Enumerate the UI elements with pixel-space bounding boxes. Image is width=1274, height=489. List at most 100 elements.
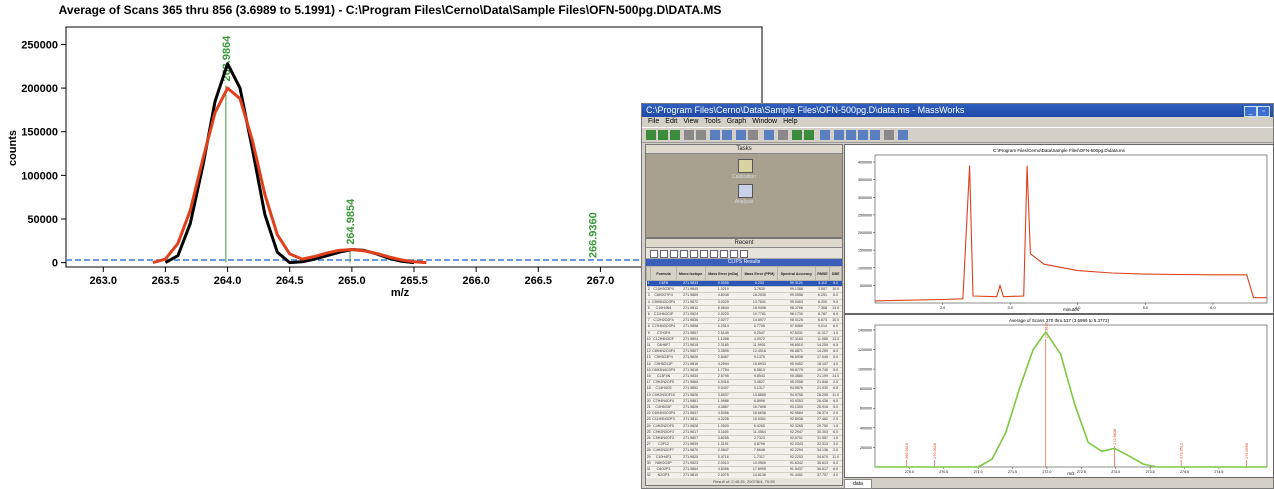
save-icon[interactable] [658, 130, 668, 140]
calibration-icon[interactable] [738, 159, 753, 173]
column-spectral-accuracy[interactable]: Spectral Accuracy [777, 266, 816, 281]
y-tick-label: 200000 [860, 446, 872, 450]
forward-icon[interactable] [804, 130, 814, 140]
table-row[interactable]: 34NO3F13271.98301.97277.289590.074042.09… [647, 485, 842, 486]
cursor-icon[interactable] [858, 130, 868, 140]
cell-rmse: 11.317 [815, 330, 830, 337]
x-tick-label: 274.5 [1214, 470, 1223, 474]
x-tick-label: 274.0 [1180, 470, 1189, 474]
sort-icon[interactable] [710, 250, 718, 258]
cell-formula: C12H4N3OF [650, 336, 677, 344]
print-icon[interactable] [740, 250, 748, 258]
menu-help[interactable]: Help [783, 117, 797, 127]
y-tick-label: 3500000 [858, 178, 872, 182]
x-tick-label: 273.0 [1111, 470, 1120, 474]
zoom-out-icon[interactable] [748, 130, 758, 140]
window-title: C:\Program Files\Cerno\Data\Sample Files… [646, 105, 965, 115]
prev-icon[interactable] [660, 250, 668, 258]
first-icon[interactable] [650, 250, 658, 258]
crosshair-icon[interactable] [870, 130, 880, 140]
cell-formula: C4H2N3OF7 [650, 447, 677, 455]
cell-formula: C6H4N3O3P4 [650, 410, 677, 418]
row-index: 20 [646, 398, 651, 406]
cell-formula: C9H2N3OF10 [650, 392, 677, 399]
y-tick-label: 3000000 [858, 196, 872, 200]
undo-icon[interactable] [764, 130, 774, 140]
filter-icon[interactable] [700, 250, 708, 258]
column-mono-isotope[interactable]: Mono Isotope [675, 266, 706, 281]
magnify-icon[interactable] [834, 130, 844, 140]
copy-icon[interactable] [710, 130, 720, 140]
maximize-button[interactable]: ▫ [1257, 106, 1270, 117]
cell-rmse: 31.557 [815, 435, 830, 443]
y-tick-label: 2000000 [858, 231, 872, 235]
results-table: Formula Mono Isotope Mass Error (mDa) Mass … [646, 266, 842, 486]
calc-icon[interactable] [884, 130, 894, 140]
y-tick-label: 50000 [27, 214, 58, 226]
row-index: 22 [646, 410, 651, 418]
cell-rmse: 19.745 [815, 367, 830, 375]
row-index: 15 [646, 367, 651, 375]
cell-rmse: 14.259 [815, 342, 830, 350]
recent-header: Recent [646, 239, 842, 248]
menu-window[interactable]: Window [752, 117, 777, 127]
menu-view[interactable]: View [683, 117, 698, 127]
redo-icon[interactable] [778, 130, 788, 140]
cell-formula: C5H4N4OF3 [650, 435, 677, 443]
cell-formula: C10H3O3P4 [650, 286, 677, 294]
minimize-button[interactable]: _ [1244, 106, 1257, 117]
chromatogram-title: C:\Program Files\Cerno\Data\Sample Files… [993, 148, 1126, 153]
export-icon[interactable] [720, 250, 728, 258]
last-icon[interactable] [680, 250, 688, 258]
x-tick-label: 267.0 [587, 275, 615, 287]
zoom-in-icon[interactable] [736, 130, 746, 140]
menu-tools[interactable]: Tools [704, 117, 720, 127]
menu-edit[interactable]: Edit [665, 117, 677, 127]
chromatogram-panel[interactable]: C:\Program Files\Cerno\Data\Sample Files… [844, 144, 1274, 314]
cell-rmse: 21.199 [815, 373, 830, 381]
print-icon[interactable] [684, 130, 694, 140]
cell-rmse: 30.303 [815, 429, 830, 437]
next-icon[interactable] [670, 250, 678, 258]
column-rmse[interactable]: RMSE [814, 266, 831, 281]
open-icon[interactable] [646, 130, 656, 140]
peak-label: 269.9615 [905, 443, 909, 459]
spectrum-x-label: m/z [1067, 471, 1075, 476]
cell-formula: C9H5N3O3P4 [650, 299, 677, 306]
x-tick-label: 272.0 [1042, 470, 1051, 474]
cell-rmse: 36.817 [815, 466, 830, 474]
tab-data[interactable]: data [844, 479, 872, 489]
paste-icon[interactable] [722, 130, 732, 140]
row-index: 18 [646, 385, 651, 393]
peak-icon[interactable] [846, 130, 856, 140]
save-all-icon[interactable] [670, 130, 680, 140]
copy-icon[interactable] [730, 250, 738, 258]
cell-dbe: 4.5 [830, 485, 842, 486]
row-index: 28 [646, 447, 651, 455]
tasks-header: Tasks [646, 145, 842, 154]
task-label-analysis: Analysis [734, 199, 754, 205]
scale-icon[interactable] [820, 130, 830, 140]
cell-mass-error-ppm: 7.2895 [741, 485, 777, 486]
y-tick-label: 1000000 [858, 368, 872, 372]
add-icon[interactable] [690, 250, 698, 258]
back-icon[interactable] [792, 130, 802, 140]
column-mass-error-ppm[interactable]: Mass Error (PPM) [740, 266, 779, 281]
row-index: 27 [646, 441, 651, 449]
menu-file[interactable]: File [648, 117, 659, 127]
cell-rmse: 26.916 [815, 404, 830, 412]
spectrum-panel[interactable]: Average of Scans 370 thru 537 (3.6999 to… [844, 314, 1274, 478]
status-bar: data [844, 478, 1272, 489]
column-mass-error-mda[interactable]: Mass Error (mDa) [704, 266, 742, 281]
help-icon[interactable] [898, 130, 908, 140]
analysis-icon[interactable] [738, 184, 753, 198]
column-dbe[interactable]: DBE [829, 266, 842, 281]
row-index: 13 [646, 354, 651, 362]
cell-rmse: 21.846 [815, 379, 830, 387]
menu-graph[interactable]: Graph [727, 117, 746, 127]
chromatogram-chart: C:\Program Files\Cerno\Data\Sample Files… [858, 148, 1268, 312]
cell-rmse: 14.259 [815, 348, 830, 356]
column-formula[interactable]: Formula [650, 266, 677, 281]
cut-icon[interactable] [696, 130, 706, 140]
cell-rmse: 29.750 [815, 423, 830, 430]
